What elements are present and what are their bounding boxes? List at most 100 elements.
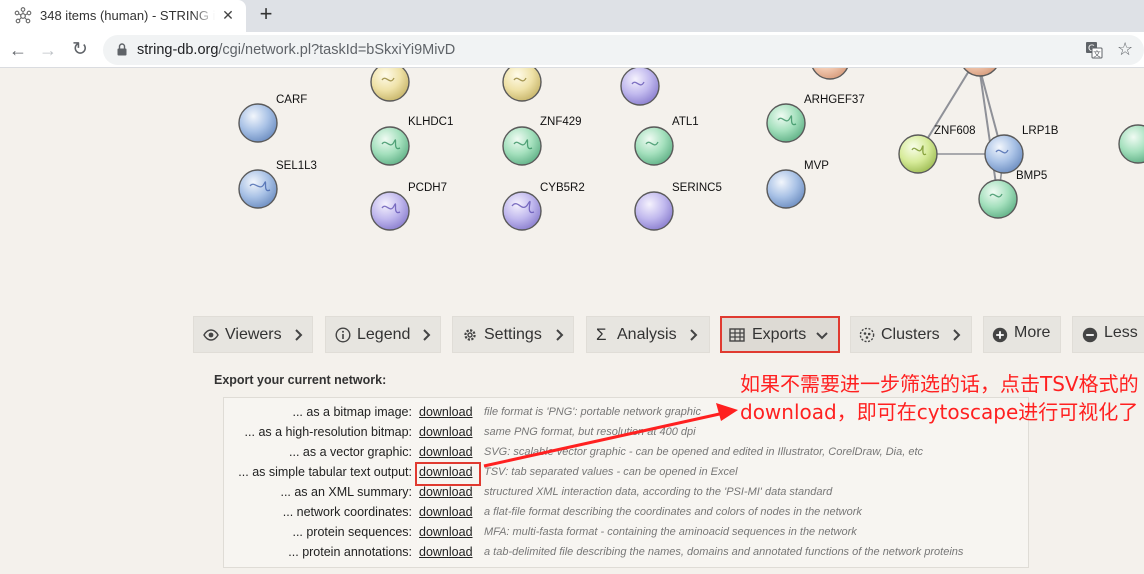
back-arrow-icon[interactable]: ← (6, 38, 30, 62)
export-row-label: ... protein sequences: (292, 525, 412, 539)
node-bmp5[interactable] (978, 179, 1018, 219)
sigma-icon: Σ (596, 325, 607, 344)
node-atl1[interactable] (634, 126, 674, 166)
address-bar[interactable]: string-db.org/cgi/network.pl?taskId=bSkx… (103, 35, 1144, 65)
legend-button[interactable]: Legend (325, 316, 441, 353)
node-label-znf429: ZNF429 (540, 116, 582, 128)
network-node[interactable] (1118, 124, 1144, 164)
node-lrp1b[interactable] (984, 134, 1024, 174)
export-row-description: same PNG format, but resolution at 400 d… (484, 426, 696, 438)
export-row-label: ... network coordinates: (282, 505, 412, 519)
chevron-right-icon (423, 329, 431, 341)
node-label-cyb5r2: CYB5R2 (540, 182, 585, 194)
chevron-right-icon (690, 329, 698, 341)
download-hires-png-link[interactable]: download (419, 425, 473, 439)
viewers-button[interactable]: Viewers (193, 316, 313, 353)
download-svg-link[interactable]: download (419, 445, 473, 459)
download-png-link[interactable]: download (419, 405, 473, 419)
node-pcdh7[interactable] (370, 191, 410, 231)
new-tab-button[interactable]: + (254, 3, 278, 27)
export-row-description: SVG: scalable vector graphic - can be op… (484, 446, 924, 458)
node-cyb5r2[interactable] (502, 191, 542, 231)
bookmark-star-icon[interactable]: ☆ (1117, 39, 1137, 59)
chevron-right-icon (556, 329, 564, 341)
export-row: ... network coordinates: download a flat… (224, 498, 1030, 519)
node-carf[interactable] (238, 103, 278, 143)
node-label-serinc5: SERINC5 (672, 182, 722, 194)
export-row-description: file format is 'PNG': portable network g… (484, 406, 701, 418)
url-host: string-db.org (137, 42, 219, 58)
export-row: ... as simple tabular text output: downl… (224, 458, 1030, 479)
reload-icon[interactable]: ↻ (68, 38, 92, 62)
analysis-button[interactable]: Σ Analysis (586, 316, 710, 353)
export-row-label: ... protein annotations: (288, 545, 412, 559)
settings-label: Settings (484, 326, 542, 343)
export-row-label: ... as a vector graphic: (289, 445, 412, 459)
clusters-icon (859, 327, 875, 343)
export-row-label: ... as an XML summary: (280, 485, 412, 499)
node-label-lrp1b: LRP1B (1022, 125, 1059, 137)
node-sel1l3[interactable] (238, 169, 278, 209)
node-label-znf608: ZNF608 (934, 125, 976, 137)
download-annotations-link[interactable]: download (419, 545, 473, 559)
node-label-arhgef37: ARHGEF37 (804, 94, 865, 106)
download-sequences-link[interactable]: download (419, 525, 473, 539)
tab-title: 348 items (human) - STRING interaction n… (40, 8, 215, 23)
node-label-klhdc1: KLHDC1 (408, 116, 454, 128)
export-row-label: ... as a high-resolution bitmap: (244, 425, 412, 439)
annotation-note: 如果不需要进一步筛选的话，点击TSV格式的download，即可在cytosca… (740, 372, 1139, 424)
chevron-right-icon (953, 329, 961, 341)
viewers-label: Viewers (225, 326, 282, 343)
browser-tab[interactable]: 348 items (human) - STRING interaction n… (0, 0, 246, 32)
network-node[interactable] (811, 68, 849, 80)
table-icon (729, 328, 745, 342)
svg-text:文: 文 (1093, 49, 1101, 59)
url-path: /cgi/network.pl?taskId=bSkxiYi9MivD (218, 42, 456, 58)
network-node[interactable] (620, 68, 660, 106)
export-row-label: ... as simple tabular text output: (238, 465, 412, 479)
network-canvas[interactable]: CARF SEL1L3 KLHDC1 PCDH7 ZNF429 CYB5R2 A… (0, 68, 1144, 308)
node-label-sel1l3: SEL1L3 (276, 160, 317, 172)
gear-icon (464, 329, 476, 341)
browser-tab-bar: 348 items (human) - STRING interaction n… (0, 0, 1144, 32)
export-row-label: ... as a bitmap image: (292, 405, 412, 419)
chevron-down-icon (816, 332, 828, 340)
network-node[interactable] (502, 68, 542, 102)
minus-circle-icon (1082, 327, 1098, 343)
download-coordinates-link[interactable]: download (419, 505, 473, 519)
node-label-pcdh7: PCDH7 (408, 182, 447, 194)
exports-button[interactable]: Exports (720, 316, 840, 353)
node-znf608[interactable] (898, 134, 938, 174)
export-row-description: MFA: multi-fasta format - containing the… (484, 526, 857, 538)
url-text[interactable]: string-db.org/cgi/network.pl?taskId=bSkx… (137, 42, 455, 58)
exports-label: Exports (752, 326, 807, 343)
clusters-button[interactable]: Clusters (850, 316, 972, 353)
node-mvp[interactable] (766, 169, 806, 209)
export-row: ... as an XML summary: download structur… (224, 478, 1030, 499)
export-row-description: TSV: tab separated values - can be opene… (484, 466, 738, 478)
export-row-description: a flat-file format describing the coordi… (484, 506, 862, 518)
node-klhdc1[interactable] (370, 126, 410, 166)
less-label: Less (1104, 324, 1138, 341)
node-znf429[interactable] (502, 126, 542, 166)
info-icon (335, 327, 351, 343)
less-button[interactable]: Less (1072, 316, 1144, 353)
download-xml-link[interactable]: download (419, 485, 473, 499)
translate-icon[interactable]: G 文 (1085, 41, 1103, 59)
browser-toolbar: ← → ↻ string-db.org/cgi/network.pl?taskI… (0, 32, 1144, 68)
node-arhgef37[interactable] (766, 103, 806, 143)
eye-icon (203, 329, 219, 341)
settings-button[interactable]: Settings (452, 316, 574, 353)
network-node[interactable] (370, 68, 410, 102)
more-label: More (1014, 324, 1051, 341)
tsv-download-highlight (415, 462, 481, 486)
more-button[interactable]: More (983, 316, 1061, 353)
legend-label: Legend (357, 326, 411, 343)
forward-arrow-icon[interactable]: → (36, 38, 60, 62)
node-serinc5[interactable] (634, 191, 674, 231)
lock-icon (117, 43, 127, 56)
tab-close-icon[interactable]: ✕ (218, 5, 238, 25)
export-row: ... protein annotations: download a tab-… (224, 538, 1030, 559)
node-label-atl1: ATL1 (672, 116, 699, 128)
export-row: ... as a vector graphic: download SVG: s… (224, 438, 1030, 459)
